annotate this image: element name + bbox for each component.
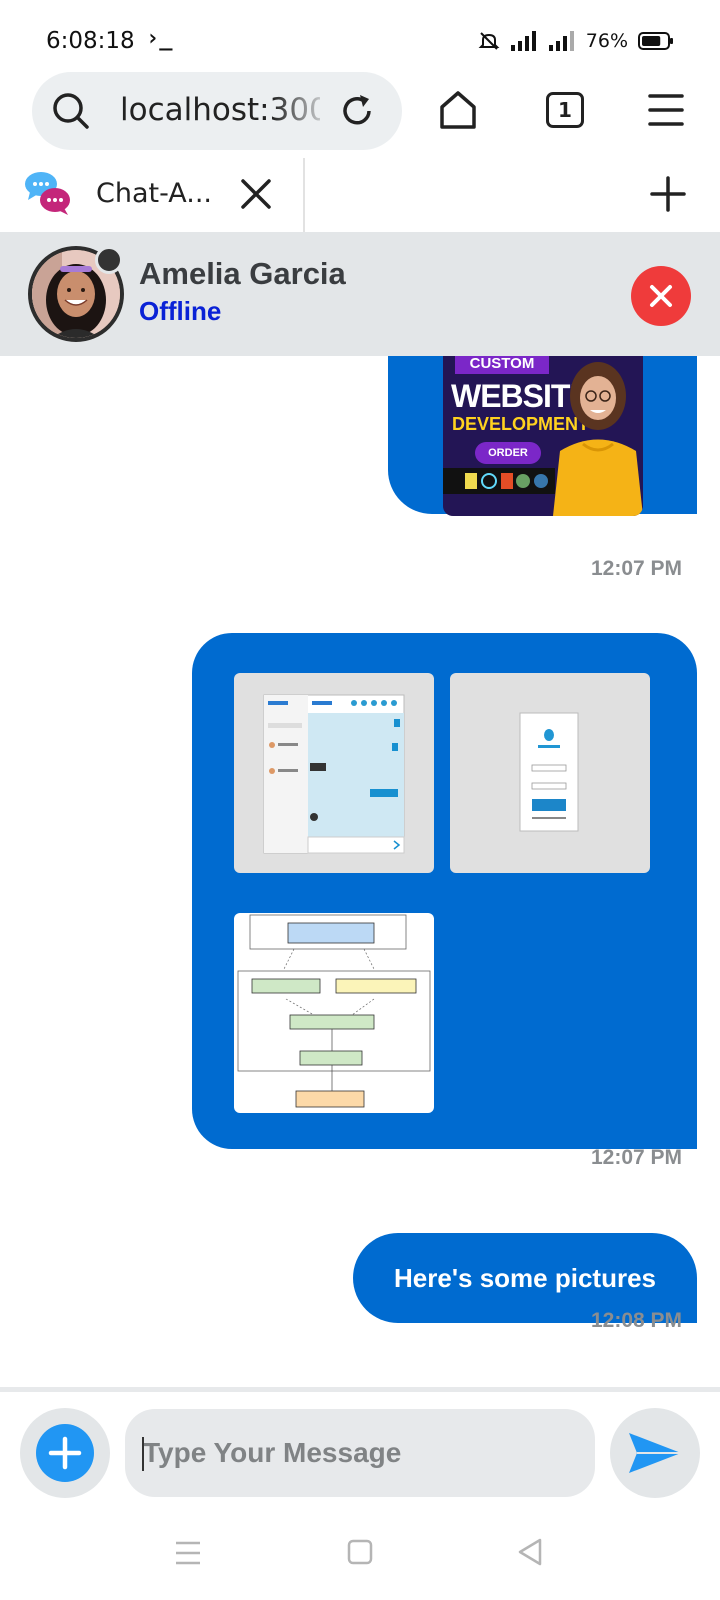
attach-button[interactable] — [20, 1408, 110, 1498]
ad-tech-strip — [443, 468, 555, 494]
message-time: 12:08 PM — [591, 1309, 683, 1332]
close-icon[interactable] — [240, 178, 272, 210]
message-bubble-gallery — [192, 633, 697, 1149]
chat-app-favicon — [25, 172, 70, 215]
send-icon — [629, 1433, 681, 1473]
contact-name: Amelia Garcia — [139, 256, 346, 291]
message-input[interactable] — [125, 1409, 595, 1497]
close-chat-button[interactable] — [631, 266, 691, 326]
recent-apps-icon[interactable] — [174, 1540, 202, 1566]
search-icon — [53, 93, 89, 129]
attach-circle — [36, 1424, 94, 1482]
signal-icon — [510, 31, 536, 51]
chat-header: Amelia Garcia Offline — [0, 232, 720, 356]
message-time: 12:07 PM — [591, 557, 683, 580]
message-list[interactable]: CUSTOM WEBSITE DEVELOPMENT ORDER NOW — [0, 356, 720, 1388]
text-caret — [142, 1437, 144, 1471]
gallery-image-chat-screenshot[interactable] — [234, 673, 434, 873]
message-image-ad[interactable]: CUSTOM WEBSITE DEVELOPMENT ORDER NOW — [443, 356, 643, 516]
message-text: Here's some pictures — [394, 1262, 656, 1293]
status-bar: 6:08:18 ›_ 76% — [0, 0, 720, 72]
signal-icon — [548, 31, 574, 51]
status-time: 6:08:18 — [46, 28, 135, 54]
ad-text-custom: CUSTOM — [455, 356, 549, 374]
battery-icon — [638, 32, 673, 50]
home-nav-icon[interactable] — [347, 1539, 373, 1565]
send-button[interactable] — [610, 1408, 700, 1498]
status-icons: 76% — [478, 30, 674, 52]
presence-dot — [95, 246, 123, 274]
tab-divider — [303, 158, 305, 232]
contact-status: Offline — [139, 296, 222, 326]
menu-icon[interactable] — [648, 93, 684, 127]
message-composer — [0, 1392, 720, 1514]
mute-bell-icon — [478, 32, 500, 50]
ad-person — [553, 362, 643, 516]
home-icon[interactable] — [438, 89, 478, 131]
back-nav-icon[interactable] — [516, 1537, 544, 1567]
url-fade — [272, 88, 332, 134]
tab-count: 1 — [558, 98, 572, 122]
battery-percent: 76% — [585, 30, 628, 52]
close-chat-icon — [650, 285, 672, 307]
tab-title: Chat-A... — [96, 178, 212, 209]
message-time: 12:07 PM — [591, 1146, 683, 1169]
message-bubble-image: CUSTOM WEBSITE DEVELOPMENT ORDER NOW — [388, 356, 697, 516]
browser-tab-strip: Chat-A... — [0, 158, 720, 232]
tabs-icon[interactable]: 1 — [546, 92, 584, 128]
system-nav-bar — [0, 1514, 720, 1600]
address-bar[interactable]: localhost:300 — [32, 72, 402, 150]
gallery-image-architecture-diagram[interactable] — [234, 913, 434, 1113]
reload-icon[interactable] — [338, 92, 376, 130]
plus-icon — [48, 1436, 82, 1470]
new-tab-icon[interactable] — [650, 176, 686, 212]
ad-text-order-now: ORDER NOW — [475, 442, 541, 481]
terminal-icon: ›_ — [146, 26, 173, 51]
gallery-image-login-screenshot[interactable] — [450, 673, 650, 873]
